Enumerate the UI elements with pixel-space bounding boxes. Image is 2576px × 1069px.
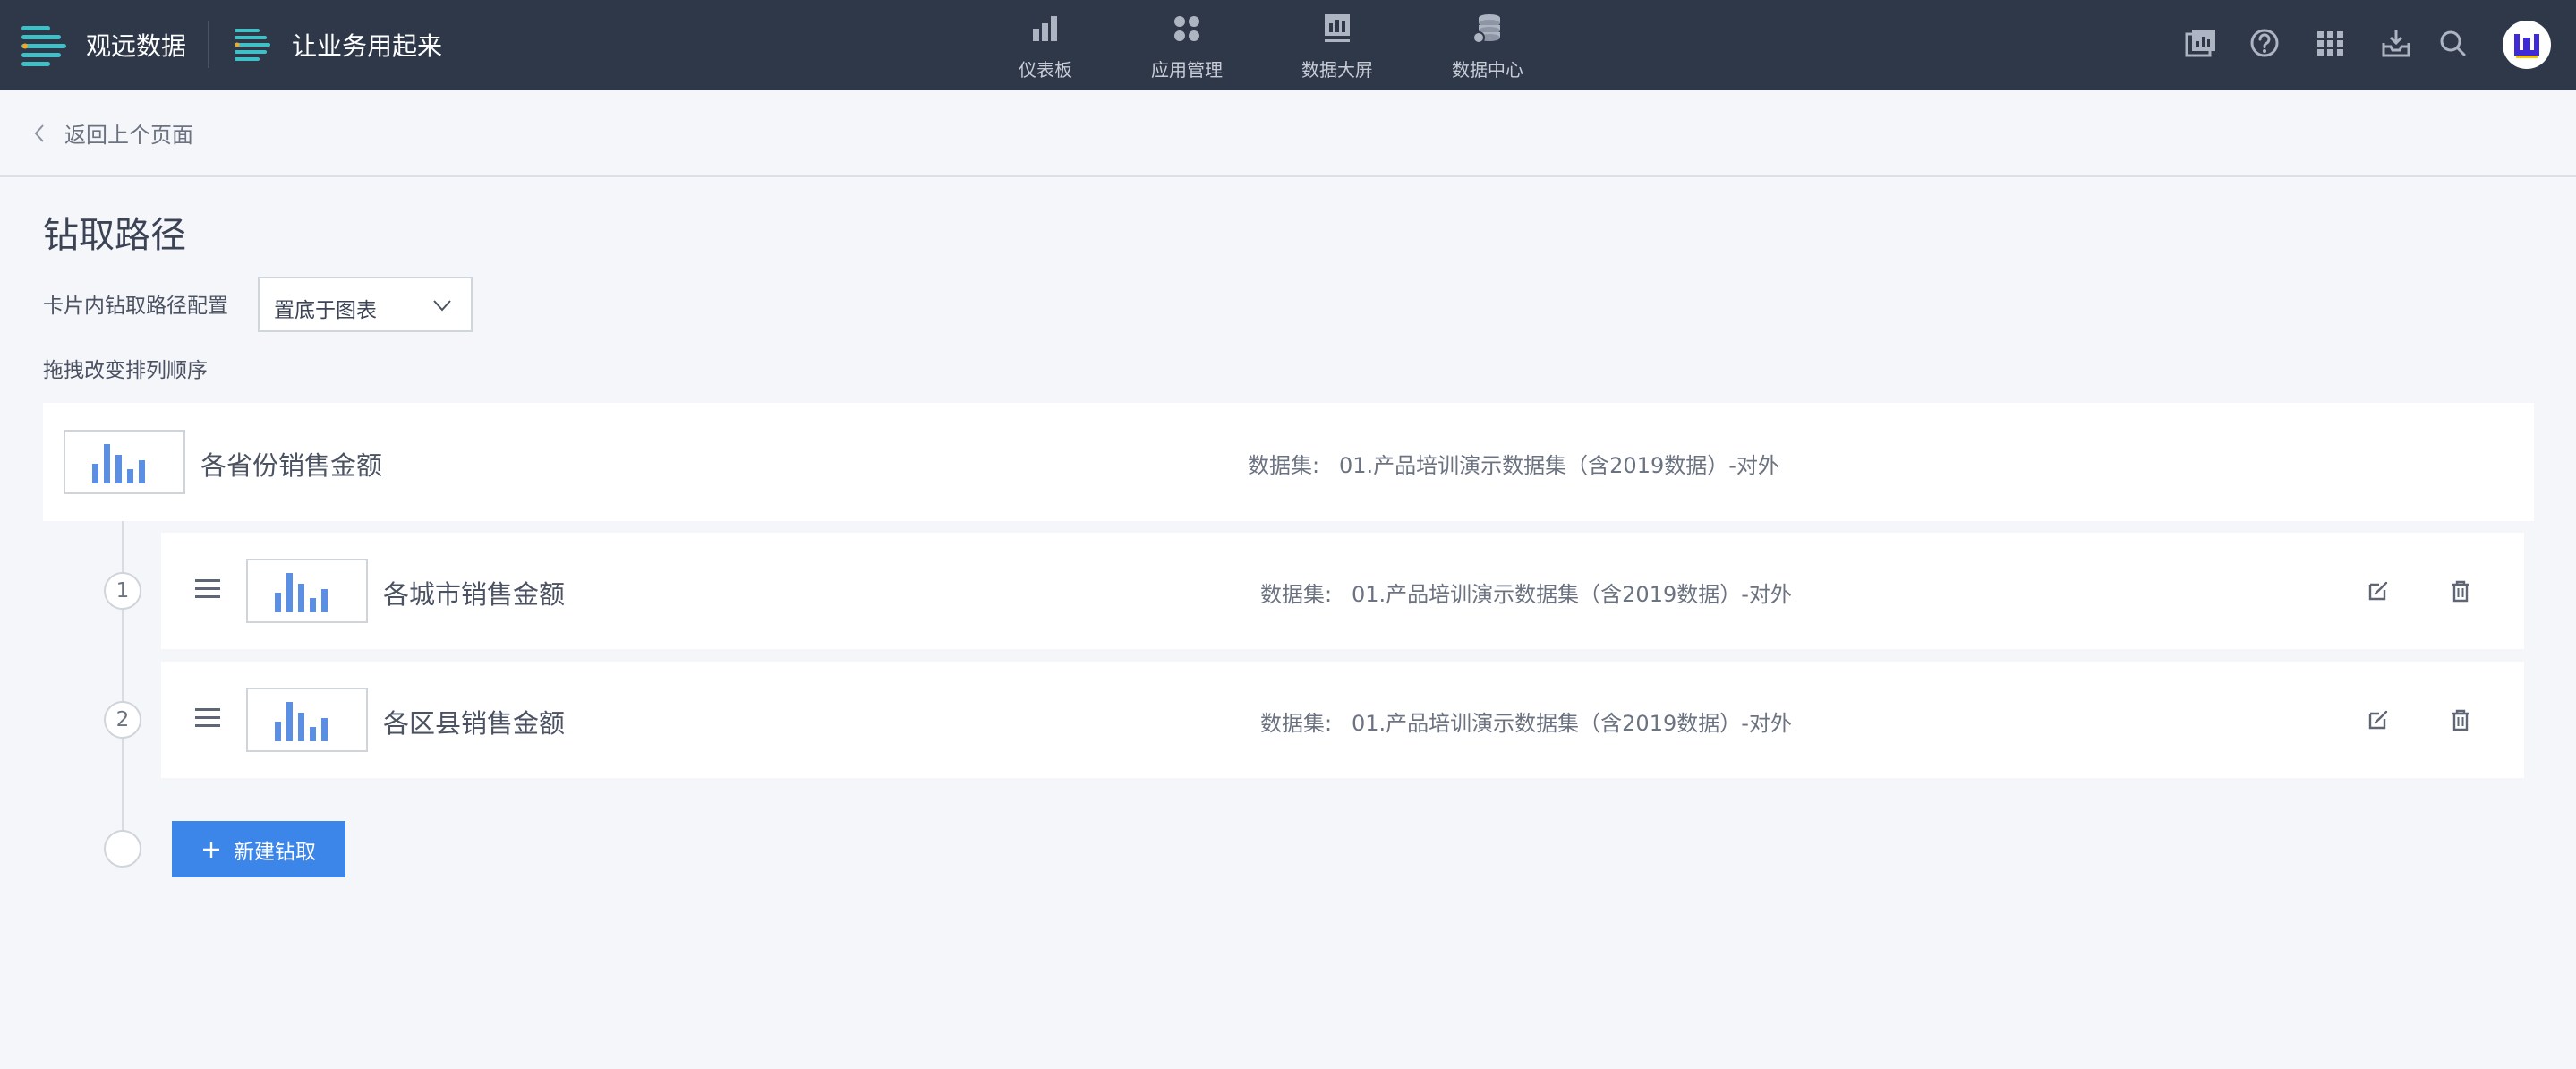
dataset-value: 01.产品培训演示数据集（含2019数据）-对外 xyxy=(1339,453,1779,478)
drill-position-select[interactable]: 置底于图表 xyxy=(258,277,473,332)
dataset-label: 数据集: xyxy=(1260,582,1333,607)
drill-position-value: 置底于图表 xyxy=(274,299,377,322)
dataset-label: 数据集: xyxy=(1260,711,1333,736)
edit-button[interactable] xyxy=(2365,706,2392,733)
edit-button[interactable] xyxy=(2365,577,2392,604)
nav-app-management[interactable]: 应用管理 xyxy=(1124,9,1250,82)
apps-icon xyxy=(1174,16,1199,41)
drag-handle-icon[interactable] xyxy=(195,706,220,730)
search-icon xyxy=(2440,30,2466,56)
page-title: 钻取路径 xyxy=(43,215,186,256)
drag-hint: 拖拽改变排列顺序 xyxy=(43,359,208,382)
chart-thumbnail xyxy=(64,430,185,494)
inbox-button[interactable] xyxy=(2378,25,2414,61)
chart-thumbnail xyxy=(246,559,368,623)
drag-handle-icon[interactable] xyxy=(195,577,220,601)
nav-data-screen[interactable]: 数据大屏 xyxy=(1275,9,1400,82)
drill-position-label: 卡片内钻取路径配置 xyxy=(43,295,228,318)
report-icon xyxy=(2185,30,2215,57)
chart-thumbnail xyxy=(246,688,368,752)
new-drill-label: 新建钻取 xyxy=(234,840,316,864)
dataset-value: 01.产品培训演示数据集（含2019数据）-对外 xyxy=(1352,711,1792,736)
step-number-2: 2 xyxy=(104,701,141,739)
drill-level-title: 各城市销售金额 xyxy=(383,579,566,610)
bar-chart-icon xyxy=(1033,16,1057,41)
brand-name: 观远数据 xyxy=(86,31,187,61)
screen-icon xyxy=(1325,14,1350,42)
root-card: 各省份销售金额 数据集: 01.产品培训演示数据集（含2019数据）-对外 xyxy=(43,403,2534,521)
delete-button[interactable] xyxy=(2447,577,2474,604)
back-link-label: 返回上个页面 xyxy=(64,123,193,148)
back-link[interactable]: 返回上个页面 xyxy=(30,117,193,149)
breadcrumb-bar: 返回上个页面 xyxy=(0,90,2576,177)
trash-icon xyxy=(2452,709,2469,731)
delete-button[interactable] xyxy=(2447,706,2474,733)
top-navigation-bar: 观远数据 让业务用起来 仪表板 应用管理 数据大屏 数据中心 xyxy=(0,0,2576,90)
edit-icon xyxy=(2368,710,2388,730)
user-avatar[interactable] xyxy=(2503,21,2551,69)
new-drill-button[interactable]: 新建钻取 xyxy=(172,821,345,877)
nav-dashboard-label: 仪表板 xyxy=(1019,59,1072,81)
root-card-title: 各省份销售金额 xyxy=(200,450,383,481)
bar-chart-thumbnail-icon xyxy=(92,444,145,483)
avatar-icon xyxy=(2514,34,2539,58)
chevron-left-icon xyxy=(34,124,44,142)
step-number-new xyxy=(104,830,141,868)
plus-icon xyxy=(203,841,219,858)
chevron-down-icon xyxy=(433,300,451,312)
dataset-value: 01.产品培训演示数据集（含2019数据）-对外 xyxy=(1352,582,1792,607)
brand-logo-icon xyxy=(21,26,66,66)
help-button[interactable] xyxy=(2247,25,2282,61)
nav-dashboard[interactable]: 仪表板 xyxy=(983,9,1108,82)
drill-level-title: 各区县销售金额 xyxy=(383,708,566,739)
trash-icon xyxy=(2452,580,2469,603)
workspace-logo-icon xyxy=(235,29,270,61)
drill-level-card[interactable]: 各城市销售金额 数据集: 01.产品培训演示数据集（含2019数据）-对外 xyxy=(161,533,2524,649)
drill-level-card[interactable]: 各区县销售金额 数据集: 01.产品培训演示数据集（含2019数据）-对外 xyxy=(161,662,2524,778)
step-number-1: 1 xyxy=(104,572,141,610)
workspace-name: 让业务用起来 xyxy=(292,31,443,61)
help-icon xyxy=(2250,29,2279,57)
header-divider xyxy=(208,21,209,68)
brand[interactable]: 观远数据 xyxy=(20,18,186,72)
report-button[interactable] xyxy=(2182,25,2218,61)
edit-icon xyxy=(2368,581,2388,601)
nav-app-management-label: 应用管理 xyxy=(1151,59,1223,81)
inbox-icon xyxy=(2382,30,2410,57)
workspace-switcher[interactable]: 让业务用起来 xyxy=(231,21,442,68)
apps-grid-button[interactable] xyxy=(2313,25,2349,61)
nav-data-screen-label: 数据大屏 xyxy=(1301,59,1373,81)
nav-data-center[interactable]: 数据中心 xyxy=(1425,9,1550,82)
timeline-line xyxy=(122,521,124,851)
bar-chart-thumbnail-icon xyxy=(275,573,328,612)
database-icon xyxy=(1472,14,1500,44)
nav-data-center-label: 数据中心 xyxy=(1452,59,1523,81)
grid-icon xyxy=(2317,31,2343,56)
bar-chart-thumbnail-icon xyxy=(275,702,328,741)
search-button[interactable] xyxy=(2435,25,2470,61)
dataset-label: 数据集: xyxy=(1248,453,1320,478)
